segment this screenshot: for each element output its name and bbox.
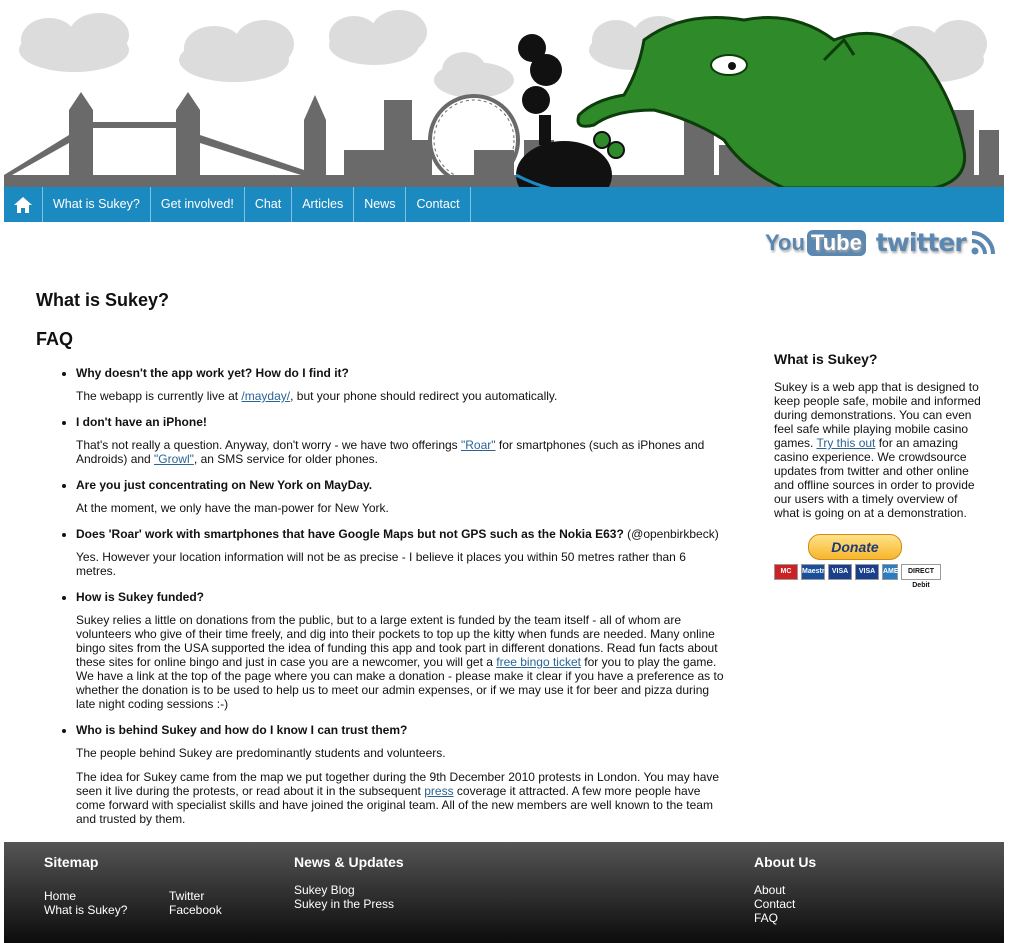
sidebar-text: Sukey is a web app that is designed to k…: [774, 380, 981, 520]
main-nav: What is Sukey? Get involved! Chat Articl…: [4, 187, 1004, 222]
nav-chat[interactable]: Chat: [245, 187, 293, 222]
main-content: What is Sukey? FAQ Why doesn't the app w…: [36, 290, 726, 836]
donate-button[interactable]: Donate: [808, 534, 902, 560]
mayday-link[interactable]: /mayday/: [241, 389, 290, 403]
maestro-icon: Maestro: [801, 564, 829, 580]
faq-answer: At the moment, we only have the man-powe…: [76, 501, 389, 515]
footer-news-title: News & Updates: [294, 854, 404, 870]
nav-get-involved[interactable]: Get involved!: [151, 187, 245, 222]
visa-icon: VISA: [828, 564, 852, 580]
direct-debit-icon: DIRECT Debit: [901, 564, 941, 589]
faq-question: Why doesn't the app work yet? How do I f…: [76, 366, 349, 380]
faq-item: Why doesn't the app work yet? How do I f…: [76, 364, 726, 403]
nav-contact[interactable]: Contact: [406, 187, 471, 222]
faq-answer: Sukey relies a little on donations from …: [76, 613, 724, 711]
footer: Sitemap Home What is Sukey? Twitter Face…: [4, 842, 1004, 943]
faq-answer: The webapp is currently live at /mayday/…: [76, 389, 558, 403]
twitter-link[interactable]: twitter: [876, 228, 996, 257]
sidebar: What is Sukey? Sukey is a web app that i…: [774, 351, 986, 589]
home-button[interactable]: [4, 187, 43, 222]
footer-sukey-blog-link[interactable]: Sukey Blog: [294, 883, 494, 897]
footer-about-title: About Us: [754, 854, 817, 870]
footer-facebook-link[interactable]: Facebook: [169, 903, 222, 917]
try-this-out-link[interactable]: Try this out: [816, 436, 875, 450]
faq-answer: The people behind Sukey are predominantl…: [76, 746, 446, 760]
press-link[interactable]: press: [424, 784, 453, 798]
faq-item: I don't have an iPhone! That's not reall…: [76, 413, 726, 466]
roar-link[interactable]: "Roar": [461, 438, 496, 452]
youtube-link[interactable]: You Tube: [765, 229, 866, 256]
footer-twitter-link[interactable]: Twitter: [169, 889, 222, 903]
home-icon: [14, 196, 32, 213]
payment-cards: MC Maestro VISA VISA AMEX DIRECT Debit: [774, 564, 986, 589]
footer-what-is-sukey-link[interactable]: What is Sukey?: [44, 903, 169, 917]
footer-home-link[interactable]: Home: [44, 889, 169, 903]
footer-about: About Us About Contact FAQ: [754, 855, 954, 925]
amex-icon: AMEX: [882, 564, 903, 580]
faq-item: How is Sukey funded? Sukey relies a litt…: [76, 588, 726, 711]
youtube-tube-text: Tube: [806, 229, 866, 256]
page-title: What is Sukey?: [36, 290, 170, 310]
faq-question: Does 'Roar' work with smartphones that h…: [76, 527, 719, 541]
faq-question: Are you just concentrating on New York o…: [76, 478, 373, 492]
footer-sitemap: Sitemap Home What is Sukey? Twitter Face…: [44, 855, 264, 917]
footer-news: News & Updates Sukey Blog Sukey in the P…: [294, 855, 494, 911]
faq-heading: FAQ: [36, 329, 74, 349]
footer-sitemap-title: Sitemap: [44, 854, 99, 870]
nav-what-is-sukey[interactable]: What is Sukey?: [43, 187, 151, 222]
faq-question: I don't have an iPhone!: [76, 415, 207, 429]
rss-icon: [971, 230, 995, 254]
twitter-text: twitter: [875, 228, 967, 257]
footer-about-link[interactable]: About: [754, 883, 954, 897]
social-links: You Tube twitter: [765, 228, 996, 257]
nav-news[interactable]: News: [354, 187, 407, 222]
faq-attribution: (@openbirkbeck): [623, 527, 719, 541]
faq-answer: The idea for Sukey came from the map we …: [76, 770, 720, 826]
youtube-you-text: You: [765, 229, 805, 255]
sidebar-title: What is Sukey?: [774, 351, 878, 367]
faq-item: Does 'Roar' work with smartphones that h…: [76, 525, 726, 578]
footer-contact-link[interactable]: Contact: [754, 897, 954, 911]
faq-item: Who is behind Sukey and how do I know I …: [76, 721, 726, 826]
faq-answer: That's not really a question. Anyway, do…: [76, 438, 705, 466]
mastercard-icon: MC: [774, 564, 798, 580]
growl-link[interactable]: "Growl": [154, 452, 194, 466]
nav-articles[interactable]: Articles: [292, 187, 355, 222]
faq-question: Who is behind Sukey and how do I know I …: [76, 723, 408, 737]
free-bingo-ticket-link[interactable]: free bingo ticket: [496, 655, 581, 669]
faq-answer: Yes. However your location information w…: [76, 550, 686, 578]
faq-item: Are you just concentrating on New York o…: [76, 476, 726, 515]
visa-electron-icon: VISA: [855, 564, 879, 580]
faq-list: Why doesn't the app work yet? How do I f…: [36, 364, 726, 826]
faq-question: How is Sukey funded?: [76, 590, 205, 604]
footer-faq-link[interactable]: FAQ: [754, 911, 954, 925]
footer-sukey-press-link[interactable]: Sukey in the Press: [294, 897, 494, 911]
